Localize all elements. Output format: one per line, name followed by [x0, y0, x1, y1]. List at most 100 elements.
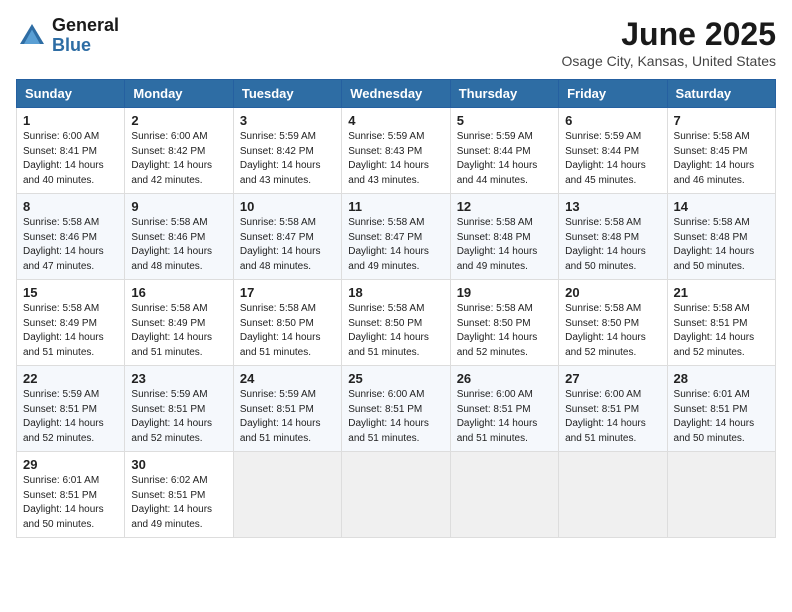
table-row: 26 Sunrise: 6:00 AM Sunset: 8:51 PM Dayl… — [450, 366, 558, 452]
table-row: 21 Sunrise: 5:58 AM Sunset: 8:51 PM Dayl… — [667, 280, 775, 366]
day-info: Sunrise: 5:59 AM Sunset: 8:51 PM Dayligh… — [23, 388, 118, 446]
table-row: 27 Sunrise: 6:00 AM Sunset: 8:51 PM Dayl… — [559, 366, 667, 452]
table-row: 17 Sunrise: 5:58 AM Sunset: 8:50 PM Dayl… — [233, 280, 341, 366]
day-info: Sunrise: 5:58 AM Sunset: 8:50 PM Dayligh… — [348, 302, 443, 360]
day-number: 15 — [23, 285, 118, 300]
day-number: 1 — [23, 113, 118, 128]
day-number: 14 — [674, 199, 769, 214]
day-number: 30 — [131, 457, 226, 472]
day-number: 3 — [240, 113, 335, 128]
table-row: 7 Sunrise: 5:58 AM Sunset: 8:45 PM Dayli… — [667, 108, 775, 194]
day-number: 20 — [565, 285, 660, 300]
day-number: 13 — [565, 199, 660, 214]
header-row: Sunday Monday Tuesday Wednesday Thursday… — [17, 80, 776, 108]
day-info: Sunrise: 5:58 AM Sunset: 8:47 PM Dayligh… — [240, 216, 335, 274]
header-thursday: Thursday — [450, 80, 558, 108]
day-info: Sunrise: 6:01 AM Sunset: 8:51 PM Dayligh… — [23, 474, 118, 532]
table-row: 10 Sunrise: 5:58 AM Sunset: 8:47 PM Dayl… — [233, 194, 341, 280]
table-row: 16 Sunrise: 5:58 AM Sunset: 8:49 PM Dayl… — [125, 280, 233, 366]
day-info: Sunrise: 5:59 AM Sunset: 8:51 PM Dayligh… — [131, 388, 226, 446]
day-info: Sunrise: 5:58 AM Sunset: 8:49 PM Dayligh… — [131, 302, 226, 360]
day-info: Sunrise: 5:59 AM Sunset: 8:44 PM Dayligh… — [565, 130, 660, 188]
day-number: 4 — [348, 113, 443, 128]
day-info: Sunrise: 6:00 AM Sunset: 8:51 PM Dayligh… — [348, 388, 443, 446]
day-number: 27 — [565, 371, 660, 386]
header-monday: Monday — [125, 80, 233, 108]
month-title: June 2025 — [561, 16, 776, 53]
day-info: Sunrise: 5:58 AM Sunset: 8:50 PM Dayligh… — [565, 302, 660, 360]
day-number: 7 — [674, 113, 769, 128]
day-number: 22 — [23, 371, 118, 386]
day-info: Sunrise: 5:58 AM Sunset: 8:48 PM Dayligh… — [457, 216, 552, 274]
calendar-row: 1 Sunrise: 6:00 AM Sunset: 8:41 PM Dayli… — [17, 108, 776, 194]
calendar-row: 29 Sunrise: 6:01 AM Sunset: 8:51 PM Dayl… — [17, 452, 776, 538]
table-row: 20 Sunrise: 5:58 AM Sunset: 8:50 PM Dayl… — [559, 280, 667, 366]
location: Osage City, Kansas, United States — [561, 53, 776, 69]
logo: General Blue — [16, 16, 119, 56]
calendar-header: Sunday Monday Tuesday Wednesday Thursday… — [17, 80, 776, 108]
day-number: 23 — [131, 371, 226, 386]
table-row: 24 Sunrise: 5:59 AM Sunset: 8:51 PM Dayl… — [233, 366, 341, 452]
day-number: 28 — [674, 371, 769, 386]
header-saturday: Saturday — [667, 80, 775, 108]
day-number: 25 — [348, 371, 443, 386]
day-number: 2 — [131, 113, 226, 128]
empty-cell — [233, 452, 341, 538]
day-number: 10 — [240, 199, 335, 214]
table-row: 29 Sunrise: 6:01 AM Sunset: 8:51 PM Dayl… — [17, 452, 125, 538]
table-row: 22 Sunrise: 5:59 AM Sunset: 8:51 PM Dayl… — [17, 366, 125, 452]
day-number: 24 — [240, 371, 335, 386]
day-number: 9 — [131, 199, 226, 214]
table-row: 2 Sunrise: 6:00 AM Sunset: 8:42 PM Dayli… — [125, 108, 233, 194]
table-row: 5 Sunrise: 5:59 AM Sunset: 8:44 PM Dayli… — [450, 108, 558, 194]
empty-cell — [342, 452, 450, 538]
day-number: 17 — [240, 285, 335, 300]
header-tuesday: Tuesday — [233, 80, 341, 108]
day-info: Sunrise: 5:58 AM Sunset: 8:47 PM Dayligh… — [348, 216, 443, 274]
table-row: 12 Sunrise: 5:58 AM Sunset: 8:48 PM Dayl… — [450, 194, 558, 280]
logo-text: General Blue — [52, 16, 119, 56]
table-row: 28 Sunrise: 6:01 AM Sunset: 8:51 PM Dayl… — [667, 366, 775, 452]
day-info: Sunrise: 5:58 AM Sunset: 8:50 PM Dayligh… — [240, 302, 335, 360]
table-row: 15 Sunrise: 5:58 AM Sunset: 8:49 PM Dayl… — [17, 280, 125, 366]
table-row: 25 Sunrise: 6:00 AM Sunset: 8:51 PM Dayl… — [342, 366, 450, 452]
empty-cell — [667, 452, 775, 538]
day-info: Sunrise: 5:58 AM Sunset: 8:49 PM Dayligh… — [23, 302, 118, 360]
calendar-row: 8 Sunrise: 5:58 AM Sunset: 8:46 PM Dayli… — [17, 194, 776, 280]
header-sunday: Sunday — [17, 80, 125, 108]
day-number: 21 — [674, 285, 769, 300]
table-row: 30 Sunrise: 6:02 AM Sunset: 8:51 PM Dayl… — [125, 452, 233, 538]
day-info: Sunrise: 5:58 AM Sunset: 8:48 PM Dayligh… — [674, 216, 769, 274]
table-row: 14 Sunrise: 5:58 AM Sunset: 8:48 PM Dayl… — [667, 194, 775, 280]
calendar-row: 22 Sunrise: 5:59 AM Sunset: 8:51 PM Dayl… — [17, 366, 776, 452]
day-number: 19 — [457, 285, 552, 300]
day-info: Sunrise: 5:59 AM Sunset: 8:51 PM Dayligh… — [240, 388, 335, 446]
day-info: Sunrise: 5:58 AM Sunset: 8:48 PM Dayligh… — [565, 216, 660, 274]
day-info: Sunrise: 6:00 AM Sunset: 8:41 PM Dayligh… — [23, 130, 118, 188]
day-info: Sunrise: 6:00 AM Sunset: 8:42 PM Dayligh… — [131, 130, 226, 188]
page-header: General Blue June 2025 Osage City, Kansa… — [16, 16, 776, 69]
empty-cell — [450, 452, 558, 538]
table-row: 6 Sunrise: 5:59 AM Sunset: 8:44 PM Dayli… — [559, 108, 667, 194]
table-row: 9 Sunrise: 5:58 AM Sunset: 8:46 PM Dayli… — [125, 194, 233, 280]
day-number: 16 — [131, 285, 226, 300]
table-row: 19 Sunrise: 5:58 AM Sunset: 8:50 PM Dayl… — [450, 280, 558, 366]
day-info: Sunrise: 5:59 AM Sunset: 8:44 PM Dayligh… — [457, 130, 552, 188]
logo-blue: Blue — [52, 36, 119, 56]
day-info: Sunrise: 6:02 AM Sunset: 8:51 PM Dayligh… — [131, 474, 226, 532]
calendar: Sunday Monday Tuesday Wednesday Thursday… — [16, 79, 776, 538]
header-wednesday: Wednesday — [342, 80, 450, 108]
calendar-body: 1 Sunrise: 6:00 AM Sunset: 8:41 PM Dayli… — [17, 108, 776, 538]
table-row: 1 Sunrise: 6:00 AM Sunset: 8:41 PM Dayli… — [17, 108, 125, 194]
day-number: 29 — [23, 457, 118, 472]
day-info: Sunrise: 6:00 AM Sunset: 8:51 PM Dayligh… — [457, 388, 552, 446]
title-section: June 2025 Osage City, Kansas, United Sta… — [561, 16, 776, 69]
day-number: 11 — [348, 199, 443, 214]
logo-general: General — [52, 16, 119, 36]
table-row: 18 Sunrise: 5:58 AM Sunset: 8:50 PM Dayl… — [342, 280, 450, 366]
day-number: 12 — [457, 199, 552, 214]
day-info: Sunrise: 5:58 AM Sunset: 8:51 PM Dayligh… — [674, 302, 769, 360]
day-number: 5 — [457, 113, 552, 128]
table-row: 13 Sunrise: 5:58 AM Sunset: 8:48 PM Dayl… — [559, 194, 667, 280]
day-info: Sunrise: 5:58 AM Sunset: 8:45 PM Dayligh… — [674, 130, 769, 188]
